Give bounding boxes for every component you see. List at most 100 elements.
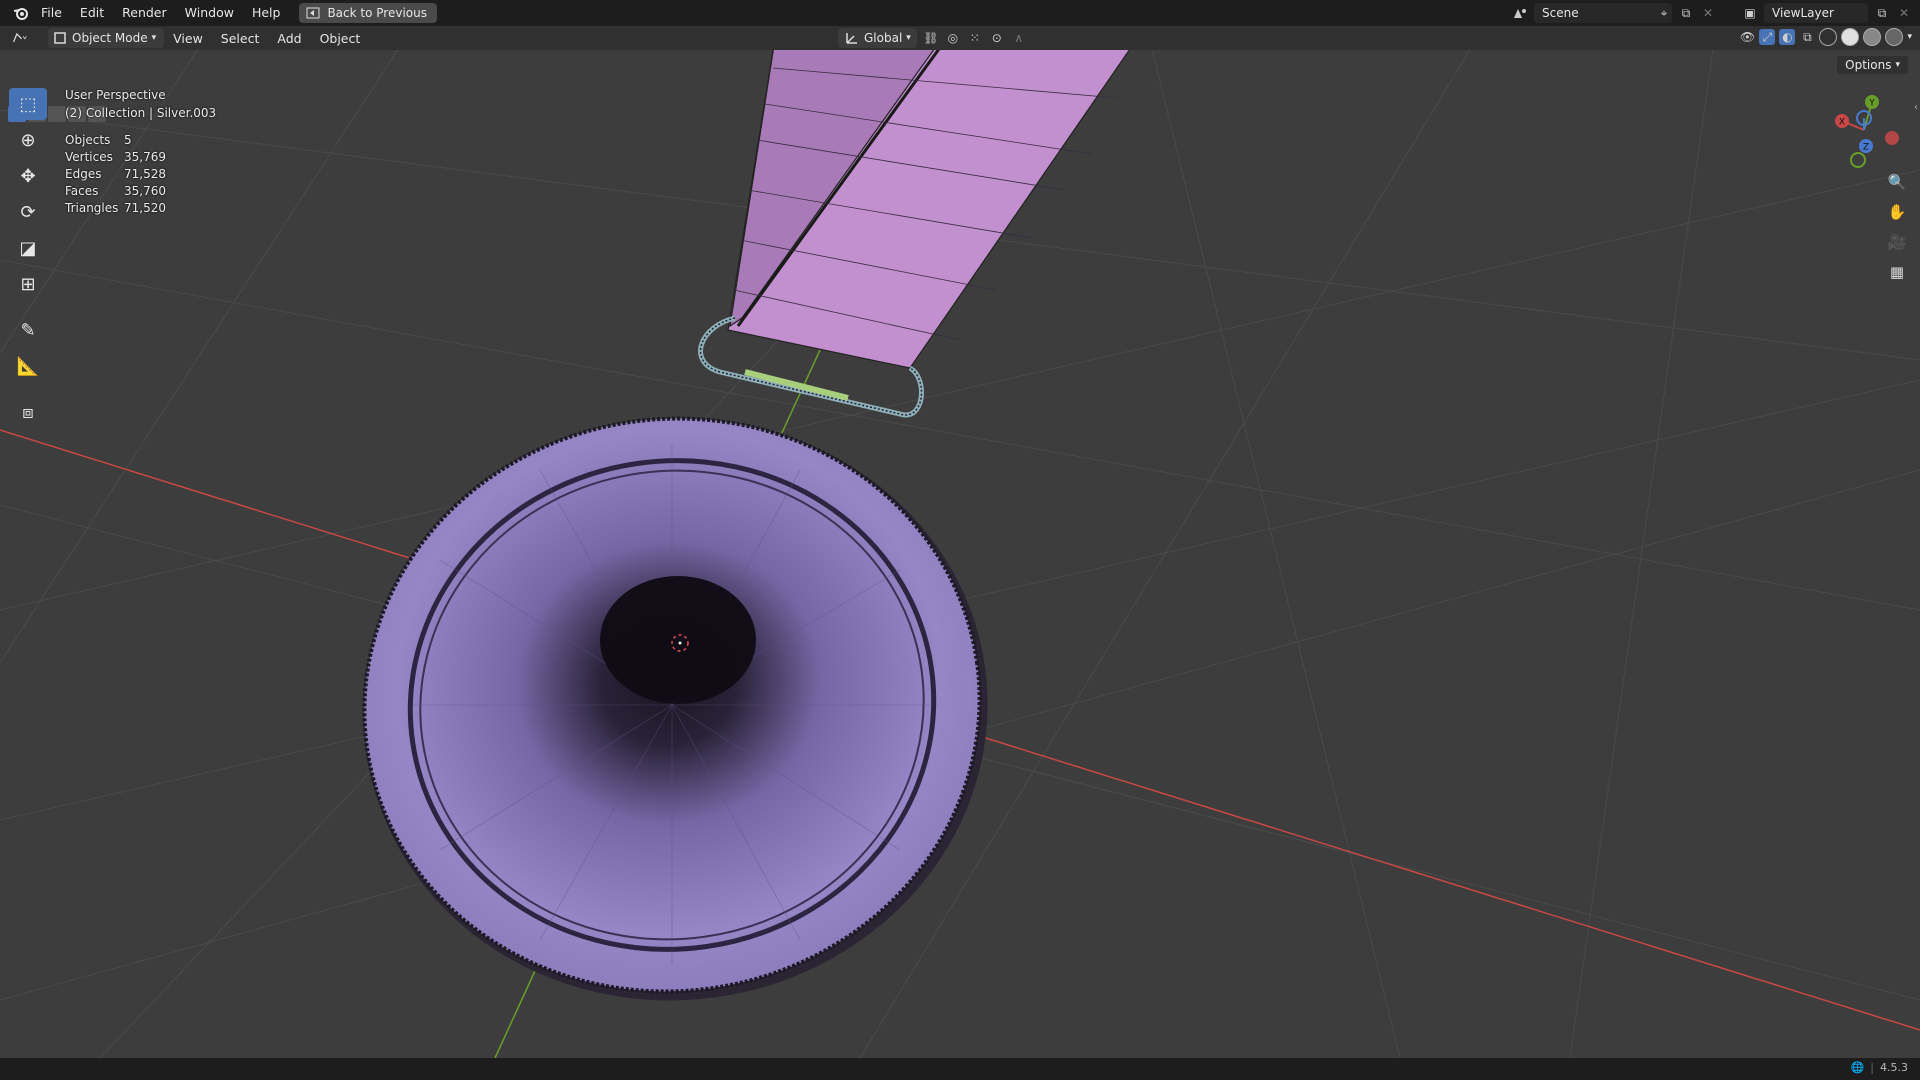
gizmo-y-label: Y <box>1868 99 1875 109</box>
ortho-toggle-button[interactable]: ▦ <box>1884 260 1910 284</box>
back-to-previous-button[interactable]: Back to Previous <box>299 3 437 23</box>
move-tool[interactable]: ✥ <box>9 160 47 192</box>
pan-button[interactable]: ✋ <box>1884 200 1910 224</box>
stat-row: Edges 71,528 <box>65 166 166 183</box>
cursor-tool[interactable]: ⊕ <box>9 124 47 156</box>
stat-label: Edges <box>65 167 102 181</box>
scene-icon[interactable] <box>1512 5 1528 21</box>
camera-view-button[interactable]: 🎥 <box>1884 230 1910 254</box>
topbar-right: Scene ⌖ ⧉ ✕ ▣ ViewLayer ⧉ ✕ <box>1512 0 1920 26</box>
perspective-label: User Perspective <box>65 88 166 102</box>
falloff-icon[interactable]: ∧ <box>1011 30 1027 46</box>
xray-toggle-icon[interactable]: ⧉ <box>1799 29 1815 45</box>
visibility-icon[interactable]: 👁 <box>1739 29 1755 45</box>
collection-label: (2) Collection | Silver.003 <box>65 106 217 120</box>
viewport-canvas <box>0 50 1920 1058</box>
options-dropdown[interactable]: Options ▾ <box>1837 56 1908 74</box>
scene-statistics: Objects 5 Vertices 35,769 Edges 71,528 Face… <box>65 132 166 217</box>
menu-view[interactable]: View <box>164 31 212 46</box>
tool-shelf: ⬚ ⊕ ✥ ⟳ ◪ ⊞ ✎ 📐 ⧈ <box>9 88 47 428</box>
stat-label: Vertices <box>65 150 113 164</box>
wireframe-shading-icon[interactable] <box>1819 28 1838 46</box>
mode-selector[interactable]: Object Mode ▾ <box>48 28 165 48</box>
zoom-icon: 🔍 <box>1887 173 1907 191</box>
add-cube-tool[interactable]: ⧈ <box>9 396 47 428</box>
view-layer-icon[interactable]: ▣ <box>1742 5 1758 21</box>
medal-mesh <box>362 416 988 1001</box>
viewport-info: User Perspective (2) Collection | Silver… <box>65 86 216 122</box>
view-layer-selector[interactable]: ViewLayer <box>1764 3 1868 23</box>
stat-row: Objects 5 <box>65 132 166 149</box>
proportional-edit-icon[interactable]: ⊙ <box>989 30 1005 46</box>
overlay-toggle-icon[interactable]: ◐ <box>1779 29 1796 45</box>
stat-value: 35,769 <box>124 150 166 164</box>
navigation-gizmo[interactable]: Y X Z <box>1824 88 1904 168</box>
transform-tools: Global ▾ ⛓ ◎ ⁙ ⊙ ∧ <box>838 28 1027 48</box>
stat-row: Vertices 35,769 <box>65 149 166 166</box>
options-label: Options <box>1845 58 1892 72</box>
ribbon-mesh <box>727 50 1131 369</box>
3d-viewport[interactable]: ⬚ ⊕ ✥ ⟳ ◪ ⊞ ✎ 📐 ⧈ User Perspective (2) C… <box>0 50 1920 1058</box>
menu-select[interactable]: Select <box>212 31 269 46</box>
viewport-shading-tools: 👁 ⤢ ◐ ⧉ ▾ <box>1739 28 1912 46</box>
orientation-selector[interactable]: Global ▾ <box>838 28 917 48</box>
new-view-layer-icon[interactable]: ⧉ <box>1874 5 1890 21</box>
scale-tool[interactable]: ◪ <box>9 232 47 264</box>
stat-row: Triangles 71,520 <box>65 200 166 217</box>
menu-file[interactable]: File <box>32 0 71 26</box>
delete-view-layer-icon[interactable]: ✕ <box>1896 5 1912 21</box>
menu-help[interactable]: Help <box>243 0 290 26</box>
menu-window[interactable]: Window <box>176 0 243 26</box>
orientation-icon <box>844 30 860 46</box>
menu-render[interactable]: Render <box>113 0 176 26</box>
scene-name: Scene <box>1542 6 1579 20</box>
select-box-icon: ⬚ <box>19 93 37 115</box>
gizmo-x-negative <box>1885 131 1899 145</box>
add-cube-icon: ⧈ <box>22 401 34 423</box>
rotate-tool[interactable]: ⟳ <box>9 196 47 228</box>
stat-row: Faces 35,760 <box>65 183 166 200</box>
scene-selector[interactable]: Scene ⌖ <box>1534 3 1672 23</box>
editor-type-icon[interactable] <box>12 30 28 46</box>
transform-tool[interactable]: ⊞ <box>9 268 47 300</box>
menu-edit[interactable]: Edit <box>71 0 113 26</box>
solid-shading-icon[interactable] <box>1841 28 1860 46</box>
stat-label: Objects <box>65 133 111 147</box>
pin-icon[interactable]: ⌖ <box>1656 5 1672 21</box>
rendered-shading-icon[interactable] <box>1885 28 1904 46</box>
blender-logo-icon[interactable] <box>10 5 32 21</box>
mode-label: Object Mode <box>72 31 148 45</box>
material-shading-icon[interactable] <box>1863 28 1882 46</box>
version-label: 4.5.3 <box>1880 1061 1908 1074</box>
object-mode-icon <box>52 30 68 46</box>
select-box-tool[interactable]: ⬚ <box>9 88 47 120</box>
stat-value: 5 <box>124 133 132 147</box>
chevron-down-icon: ▾ <box>1895 60 1900 70</box>
select-subtract-button[interactable] <box>48 106 66 122</box>
menu-object[interactable]: Object <box>311 31 370 46</box>
stat-label: Triangles <box>65 201 119 215</box>
status-bar: 🌐 | 4.5.3 <box>0 1058 1920 1080</box>
version-info: 🌐 | 4.5.3 <box>1851 1061 1908 1074</box>
chevron-down-icon[interactable]: ▾ <box>1907 32 1912 42</box>
pivot-icon[interactable]: ⛓ <box>923 30 939 46</box>
move-icon: ✥ <box>20 165 36 187</box>
separator: | <box>1870 1061 1874 1074</box>
gizmo-y-negative <box>1850 152 1866 168</box>
chevron-down-icon: ▾ <box>151 33 157 43</box>
view-layer-name: ViewLayer <box>1772 6 1834 20</box>
new-scene-icon[interactable]: ⧉ <box>1678 5 1694 21</box>
orientation-label: Global <box>864 31 903 45</box>
menu-add[interactable]: Add <box>268 31 310 46</box>
annotate-tool[interactable]: ✎ <box>9 314 47 346</box>
measure-tool[interactable]: 📐 <box>9 350 47 382</box>
snap-target-icon[interactable]: ⁙ <box>967 30 983 46</box>
sidebar-toggle-icon[interactable]: ‹ <box>1914 102 1918 113</box>
zoom-button[interactable]: 🔍 <box>1884 170 1910 194</box>
snap-toggle-icon[interactable]: ◎ <box>945 30 961 46</box>
delete-scene-icon[interactable]: ✕ <box>1700 5 1716 21</box>
camera-icon: 🎥 <box>1887 233 1907 251</box>
back-icon <box>305 5 321 21</box>
gizmo-toggle-icon[interactable]: ⤢ <box>1759 29 1776 45</box>
navigation-buttons: 🔍 ✋ 🎥 ▦ <box>1884 170 1910 284</box>
